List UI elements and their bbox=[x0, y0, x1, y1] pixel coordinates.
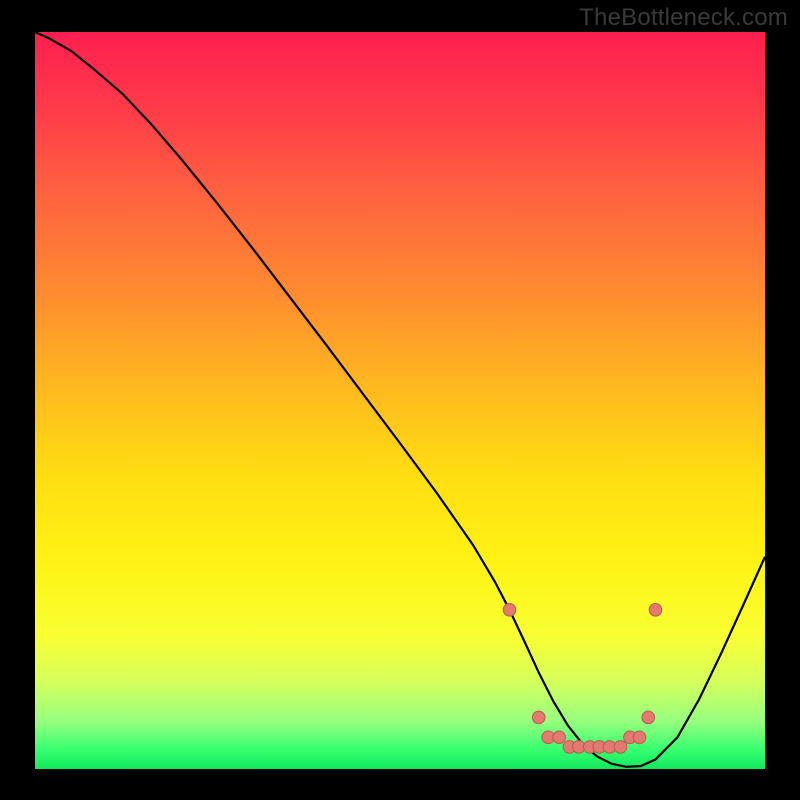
plot-area-gradient bbox=[35, 32, 765, 769]
data-point-dot bbox=[503, 604, 516, 617]
watermark-text: TheBottleneck.com bbox=[579, 4, 788, 32]
data-point-dot bbox=[553, 731, 566, 744]
data-point-dot bbox=[649, 604, 662, 617]
data-point-dot bbox=[642, 711, 655, 724]
data-point-dot bbox=[532, 711, 545, 724]
data-point-dot bbox=[614, 741, 627, 754]
chart-frame: { "watermark": "TheBottleneck.com", "col… bbox=[0, 0, 800, 800]
bottleneck-chart bbox=[0, 0, 800, 800]
data-point-dot bbox=[633, 731, 646, 744]
